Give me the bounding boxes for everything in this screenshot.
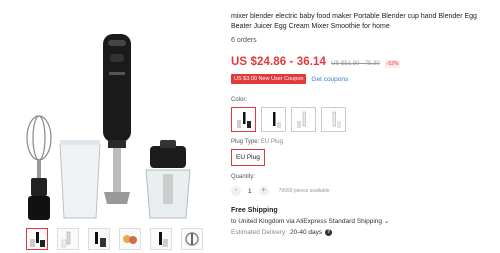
shipping-title: Free Shipping [231, 207, 278, 214]
quantity-value[interactable]: 1 [248, 188, 252, 195]
color-option-3[interactable] [291, 107, 316, 132]
thumbnail-strip [26, 228, 203, 250]
color-option-4[interactable] [321, 107, 346, 132]
quantity-label: Quantity: [231, 174, 256, 180]
color-option-3-image [296, 111, 306, 128]
estimated-delivery: Estimated Delivery: 20-40 days ? [231, 229, 496, 236]
help-circle-icon[interactable]: ? [325, 229, 333, 236]
original-price: US $51.80 - 75.30 [331, 61, 380, 67]
blender-white-thumb-icon [61, 231, 71, 248]
color-swatches [231, 107, 496, 132]
get-coupons-link[interactable]: Get coupons [311, 76, 348, 83]
shipping-method[interactable]: to United Kingdom via AliExpress Standar… [231, 217, 496, 225]
thumbnail-1[interactable] [26, 228, 48, 250]
quantity-decrease-button[interactable]: - [231, 186, 241, 196]
blender-set-thumb-icon [30, 232, 45, 247]
thumbnail-4[interactable] [119, 228, 141, 250]
thumbnail-3[interactable] [88, 228, 110, 250]
thumbnail-6[interactable] [181, 228, 203, 250]
blender-set-illustration [26, 34, 191, 220]
color-option-1-image [236, 111, 251, 128]
plug-type-label: Plug Type: EU Plug [231, 139, 496, 145]
order-count: 6 orders [231, 37, 257, 44]
thumbnail-2[interactable] [57, 228, 79, 250]
product-title: mixer blender electric baby food maker P… [231, 13, 477, 30]
plug-type-selected: EU Plug [260, 139, 283, 145]
blade-thumb-icon [185, 232, 199, 246]
color-option-2[interactable] [261, 107, 286, 132]
discount-badge: -52% [384, 60, 401, 68]
blender-accessories-thumb-icon [159, 232, 168, 247]
delivery-label: Estimated Delivery: [231, 229, 287, 236]
main-product-image[interactable] [0, 14, 226, 220]
color-option-4-image [332, 111, 341, 128]
new-user-coupon[interactable]: US $3.00 New User Coupon [231, 74, 307, 84]
plug-type-label-text: Plug Type: [231, 139, 260, 145]
quantity-stepper: - 1 + 79990 pieces available [231, 186, 496, 196]
coupon-row: US $3.00 New User Coupon Get coupons [231, 74, 496, 84]
shipping-method-text: to United Kingdom via AliExpress Standar… [231, 218, 383, 225]
color-option-2-image [272, 111, 281, 128]
food-thumb-icon [123, 235, 137, 244]
plug-option-eu[interactable]: EU Plug [231, 149, 265, 166]
price-row: US $24.86 - 36.14 US $51.80 - 75.30 -52% [231, 56, 496, 68]
blender-black-thumb-icon [95, 232, 106, 247]
product-info-panel: mixer blender electric baby food maker P… [231, 12, 496, 236]
thumbnail-5[interactable] [150, 228, 172, 250]
color-label: Color: [231, 97, 248, 103]
current-price: US $24.86 - 36.14 [231, 56, 327, 68]
color-option-1[interactable] [231, 107, 256, 132]
pieces-available: 79990 pieces available [278, 188, 330, 194]
delivery-dates: 20-40 days [290, 229, 323, 236]
quantity-increase-button[interactable]: + [258, 186, 269, 196]
chevron-down-icon: ⌄ [383, 218, 390, 225]
